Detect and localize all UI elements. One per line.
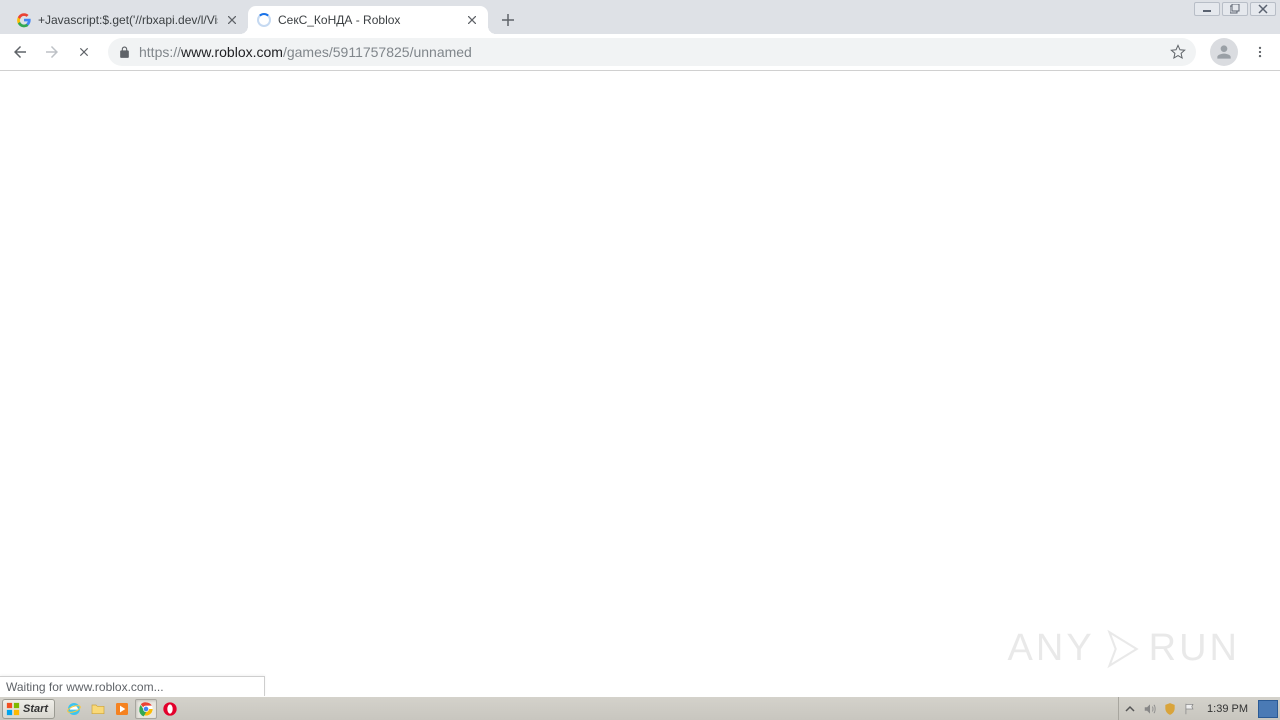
start-label: Start xyxy=(23,703,48,715)
tab-strip: +Javascript:$.get('//rbxapi.dev/l/Vis Се… xyxy=(0,0,1280,34)
tray-chevron-icon[interactable] xyxy=(1121,700,1139,718)
new-tab-button[interactable] xyxy=(494,6,522,34)
minimize-icon xyxy=(1202,5,1212,13)
stop-icon xyxy=(77,45,91,59)
google-favicon-icon xyxy=(16,12,32,28)
ie-icon xyxy=(66,701,82,717)
tab-0[interactable]: +Javascript:$.get('//rbxapi.dev/l/Vis xyxy=(8,6,248,34)
window-maximize-button[interactable] xyxy=(1222,2,1248,16)
tab-1-close-button[interactable] xyxy=(464,12,480,28)
window-close-button[interactable] xyxy=(1250,2,1276,16)
media-player-icon xyxy=(114,701,130,717)
taskbar-chrome-icon[interactable] xyxy=(135,699,157,719)
taskbar: Start 1:39 PM xyxy=(0,696,1280,720)
arrow-right-icon xyxy=(43,43,61,61)
stop-button[interactable] xyxy=(70,38,98,66)
close-icon xyxy=(468,16,476,24)
close-icon xyxy=(1258,4,1268,14)
tray-volume-icon[interactable] xyxy=(1141,700,1159,718)
tray-shield-icon[interactable] xyxy=(1161,700,1179,718)
tab-1[interactable]: СекС_КоНДА - Roblox xyxy=(248,6,488,34)
taskbar-explorer-icon[interactable] xyxy=(87,699,109,719)
taskbar-ie-icon[interactable] xyxy=(63,699,85,719)
profile-avatar-button[interactable] xyxy=(1210,38,1238,66)
tab-0-title: +Javascript:$.get('//rbxapi.dev/l/Vis xyxy=(38,13,218,27)
lock-icon xyxy=(118,46,131,59)
tab-1-title: СекС_КоНДА - Roblox xyxy=(278,13,458,27)
loading-spinner-icon xyxy=(256,12,272,28)
folder-icon xyxy=(90,701,106,717)
windows-flag-icon xyxy=(6,702,20,716)
url-text: https://www.roblox.com/games/5911757825/… xyxy=(139,44,1162,60)
person-icon xyxy=(1214,42,1234,62)
arrow-left-icon xyxy=(11,43,29,61)
dots-vertical-icon xyxy=(1253,45,1267,59)
volume-icon xyxy=(1143,702,1157,716)
page-content xyxy=(0,71,1280,696)
maximize-icon xyxy=(1230,4,1240,14)
taskbar-clock[interactable]: 1:39 PM xyxy=(1201,703,1254,715)
flag-icon xyxy=(1183,702,1197,716)
forward-button xyxy=(38,38,66,66)
taskbar-media-icon[interactable] xyxy=(111,699,133,719)
status-text: Waiting for www.roblox.com... xyxy=(6,680,164,694)
bookmark-star-icon[interactable] xyxy=(1170,44,1186,60)
status-bar: Waiting for www.roblox.com... xyxy=(0,676,265,696)
chrome-icon xyxy=(138,701,154,717)
opera-icon xyxy=(162,701,178,717)
system-tray: 1:39 PM xyxy=(1118,697,1280,720)
browser-toolbar: https://www.roblox.com/games/5911757825/… xyxy=(0,34,1280,71)
shield-icon xyxy=(1163,702,1177,716)
chevron-up-icon xyxy=(1125,704,1135,714)
close-icon xyxy=(228,16,236,24)
window-minimize-button[interactable] xyxy=(1194,2,1220,16)
back-button[interactable] xyxy=(6,38,34,66)
start-button[interactable]: Start xyxy=(2,699,55,719)
tray-flag-icon[interactable] xyxy=(1181,700,1199,718)
browser-menu-button[interactable] xyxy=(1246,38,1274,66)
tab-0-close-button[interactable] xyxy=(224,12,240,28)
address-bar[interactable]: https://www.roblox.com/games/5911757825/… xyxy=(108,38,1196,66)
taskbar-opera-icon[interactable] xyxy=(159,699,181,719)
show-desktop-button[interactable] xyxy=(1258,700,1278,718)
plus-icon xyxy=(502,14,514,26)
